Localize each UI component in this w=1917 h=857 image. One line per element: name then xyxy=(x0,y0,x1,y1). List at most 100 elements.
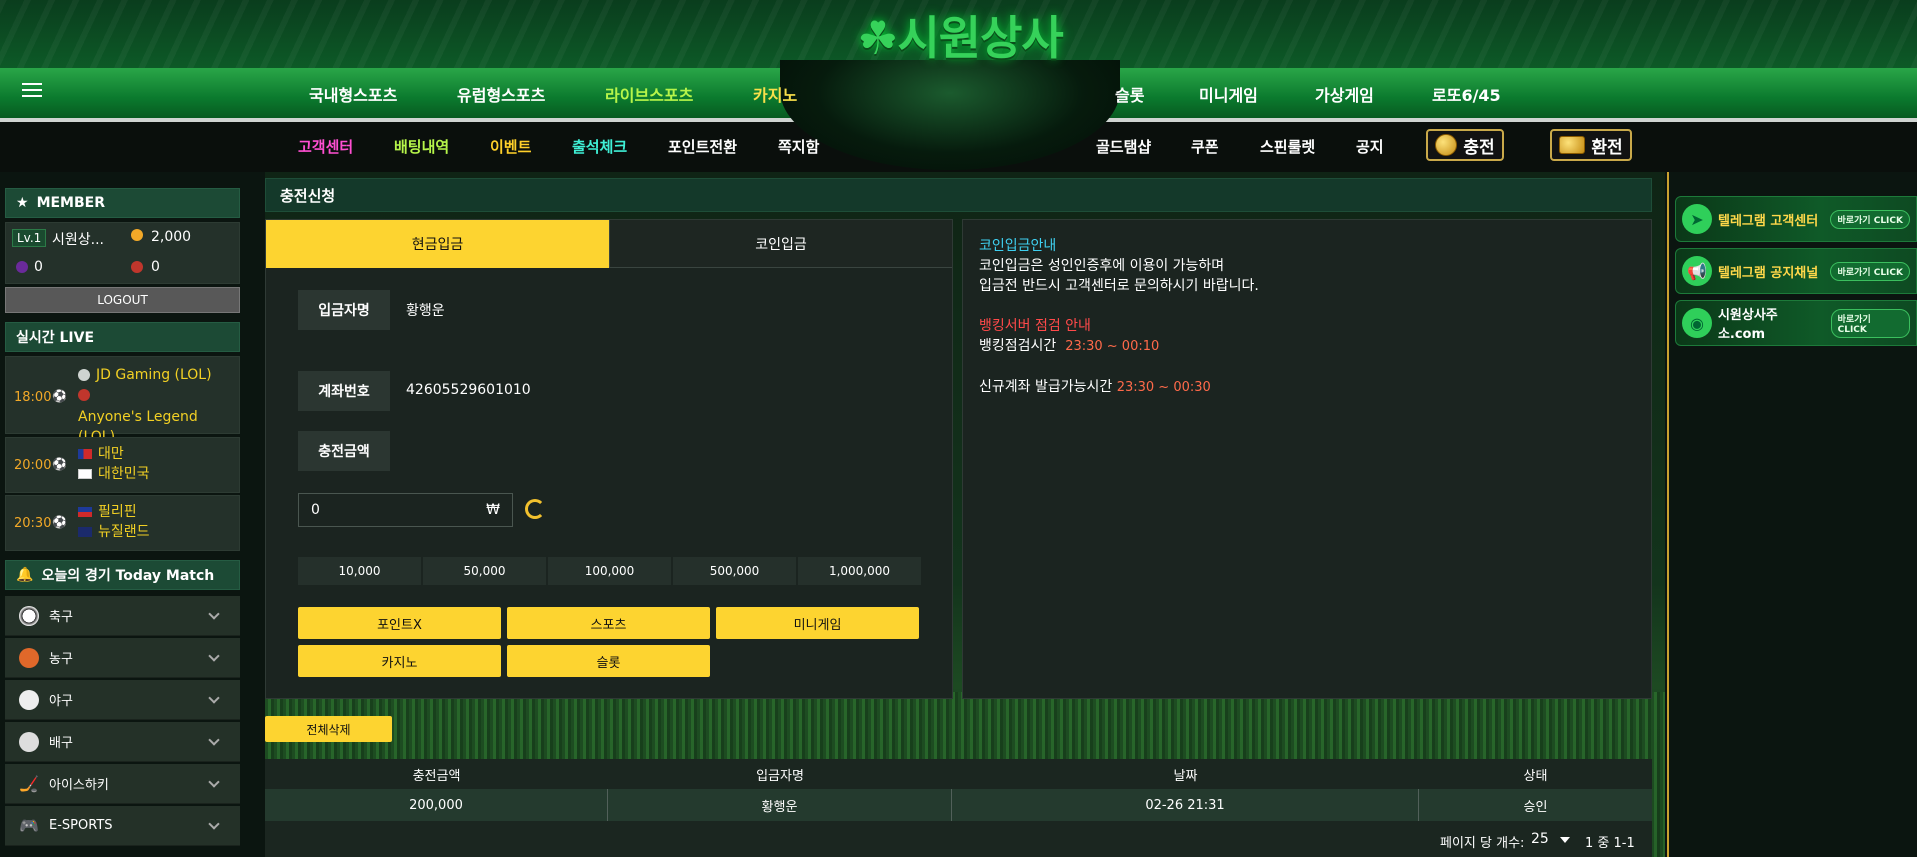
nav-coupon[interactable]: 쿠폰 xyxy=(1191,136,1219,157)
charge-button[interactable]: 충전 xyxy=(1426,129,1504,161)
team-home-name: 필리핀 xyxy=(98,504,137,520)
point-icon xyxy=(16,261,28,273)
nav-casino[interactable]: 카지노 xyxy=(753,82,797,106)
match-time: 18:00 xyxy=(14,390,52,405)
volleyball-icon xyxy=(19,731,39,752)
nav-customer-center[interactable]: 고객센터 xyxy=(298,136,353,157)
table-cell-amount: 200,000 xyxy=(265,789,608,821)
chevron-down-icon xyxy=(208,734,220,746)
sport-baseball[interactable]: 야구 xyxy=(5,680,240,720)
nav-point-exchange[interactable]: 포인트전환 xyxy=(668,136,737,157)
depositor-value: 황행운 xyxy=(406,303,445,319)
quick-amount-100000[interactable]: 100,000 xyxy=(548,557,671,585)
per-page-select[interactable]: 25 xyxy=(1531,831,1549,847)
bank-maintenance-title: 뱅킹서버 점검 안내 xyxy=(979,318,1091,334)
sport-label: 야구 xyxy=(49,694,73,709)
nav-attendance[interactable]: 출석체크 xyxy=(572,136,627,157)
live-match[interactable]: 18:00 ⚽ JD Gaming (LOL) Anyone's Legend … xyxy=(5,356,240,445)
soccer-ball-icon: ⚽ xyxy=(52,389,67,403)
match-time: 20:30 xyxy=(14,516,52,531)
sport-esports[interactable]: 🎮 E-SPORTS xyxy=(5,806,240,846)
team-logo-icon xyxy=(78,387,96,402)
nav-domestic-sports[interactable]: 국내형스포츠 xyxy=(309,82,397,106)
bonus-casino-button[interactable]: 카지노 xyxy=(298,645,501,677)
level-badge: Lv.1 xyxy=(12,229,47,247)
sport-basketball[interactable]: 농구 xyxy=(5,638,240,678)
quick-amount-500000[interactable]: 500,000 xyxy=(673,557,796,585)
chevron-down-icon xyxy=(208,818,220,830)
bank-maintenance-row: 뱅킹점검시간 23:30 ~ 00:10 xyxy=(979,336,1635,357)
megaphone-icon: 📢 xyxy=(1682,256,1712,286)
nav-gold-shop[interactable]: 골드탬샵 xyxy=(1096,136,1151,157)
logout-button[interactable]: LOGOUT xyxy=(5,287,240,313)
member-info: Lv.1 시원상... 2,000 0 0 xyxy=(5,222,240,284)
nav-lotto[interactable]: 로또6/45 xyxy=(1432,82,1501,106)
nav-notice[interactable]: 공지 xyxy=(1356,136,1384,157)
telegram-support-banner[interactable]: ➤ 텔레그램 고객센터 바로가기 CLICK xyxy=(1675,196,1917,242)
taiwan-flag-icon xyxy=(78,449,92,459)
basketball-icon xyxy=(19,647,39,668)
gamepad-icon: 🎮 xyxy=(19,815,39,835)
team-home: JD Gaming (LOL) xyxy=(78,365,212,385)
amount-input-value: 0 xyxy=(311,502,320,518)
per-page-label: 페이지 당 개수: xyxy=(1440,836,1525,851)
bonus-slot-button[interactable]: 슬롯 xyxy=(507,645,710,677)
bell-icon: 🔔 xyxy=(16,567,34,583)
bonus-minigame-button[interactable]: 미니게임 xyxy=(716,607,919,639)
team-home: 필리핀 xyxy=(78,502,137,522)
nav-virtual-game[interactable]: 가상게임 xyxy=(1315,82,1374,106)
delete-all-button[interactable]: 전체삭제 xyxy=(265,716,392,742)
telegram-notice-banner[interactable]: 📢 텔레그램 공지채널 바로가기 CLICK xyxy=(1675,248,1917,294)
bonus-point-x-button[interactable]: 포인트X xyxy=(298,607,501,639)
new-zealand-flag-icon xyxy=(78,527,92,537)
sport-volleyball[interactable]: 배구 xyxy=(5,722,240,762)
banner-tag: 바로가기 CLICK xyxy=(1830,209,1910,229)
nav-live-sports[interactable]: 라이브스포츠 xyxy=(605,82,693,106)
quick-amount-1000000[interactable]: 1,000,000 xyxy=(798,557,921,585)
star-icon: ★ xyxy=(16,195,29,211)
divider xyxy=(1667,172,1669,857)
chevron-down-icon xyxy=(208,650,220,662)
bank-maintenance-label: 뱅킹점검시간 xyxy=(979,338,1057,354)
team-logo-icon xyxy=(78,369,90,381)
refresh-icon[interactable] xyxy=(525,499,545,519)
site-logo[interactable]: ☘시원상사 xyxy=(820,2,1100,65)
account-value: 42605529601010 xyxy=(406,382,531,398)
quick-amount-10000[interactable]: 10,000 xyxy=(298,557,421,585)
team-away-name: 뉴질랜드 xyxy=(98,524,150,540)
team-home-name: JD Gaming (LOL) xyxy=(96,367,212,383)
sport-icehockey[interactable]: 🏒 아이스하키 xyxy=(5,764,240,804)
column-header: 상태 xyxy=(1419,759,1652,789)
soccer-ball-icon xyxy=(19,605,39,626)
exchange-button[interactable]: 환전 xyxy=(1550,129,1632,161)
banner-tag: 바로가기 CLICK xyxy=(1830,261,1910,281)
live-match[interactable]: 20:00 ⚽ 대만 대한민국 xyxy=(5,437,240,493)
member-title: MEMBER xyxy=(36,195,106,211)
money-stack-icon xyxy=(1559,136,1586,154)
bonus-sports-button[interactable]: 스포츠 xyxy=(507,607,710,639)
sport-label: 축구 xyxy=(49,610,73,625)
nav-spin-roulette[interactable]: 스핀룰렛 xyxy=(1260,136,1315,157)
live-match[interactable]: 20:30 ⚽ 필리핀 뉴질랜드 xyxy=(5,495,240,551)
nav-minigame[interactable]: 미니게임 xyxy=(1199,82,1258,106)
soccer-ball-icon: ⚽ xyxy=(52,515,67,529)
quick-amount-50000[interactable]: 50,000 xyxy=(423,557,546,585)
nav-event[interactable]: 이벤트 xyxy=(490,136,531,157)
nav-euro-sports[interactable]: 유럽형스포츠 xyxy=(457,82,545,106)
nav-bet-history[interactable]: 배팅내역 xyxy=(394,136,449,157)
nav-slot[interactable]: 슬롯 xyxy=(1115,82,1144,106)
sport-soccer[interactable]: 축구 xyxy=(5,596,240,636)
site-address-banner[interactable]: ◉ 시원상사주소.com 바로가기 CLICK xyxy=(1675,300,1917,346)
hamburger-menu-icon[interactable] xyxy=(22,83,42,99)
nav-messages[interactable]: 쪽지함 xyxy=(778,136,819,157)
bank-maintenance-time: 23:30 ~ 00:10 xyxy=(1065,339,1160,354)
column-header: 입금자명 xyxy=(608,759,952,789)
sport-label: 배구 xyxy=(49,736,73,751)
tab-cash-deposit[interactable]: 현금입금 xyxy=(266,220,609,268)
tab-coin-deposit[interactable]: 코인입금 xyxy=(609,220,952,268)
coupon-icon xyxy=(131,261,143,273)
dropdown-arrow-icon[interactable] xyxy=(1560,837,1570,843)
coin-icon xyxy=(1435,134,1458,156)
sport-label: 농구 xyxy=(49,652,73,667)
amount-input[interactable]: 0 ₩ xyxy=(298,493,513,527)
